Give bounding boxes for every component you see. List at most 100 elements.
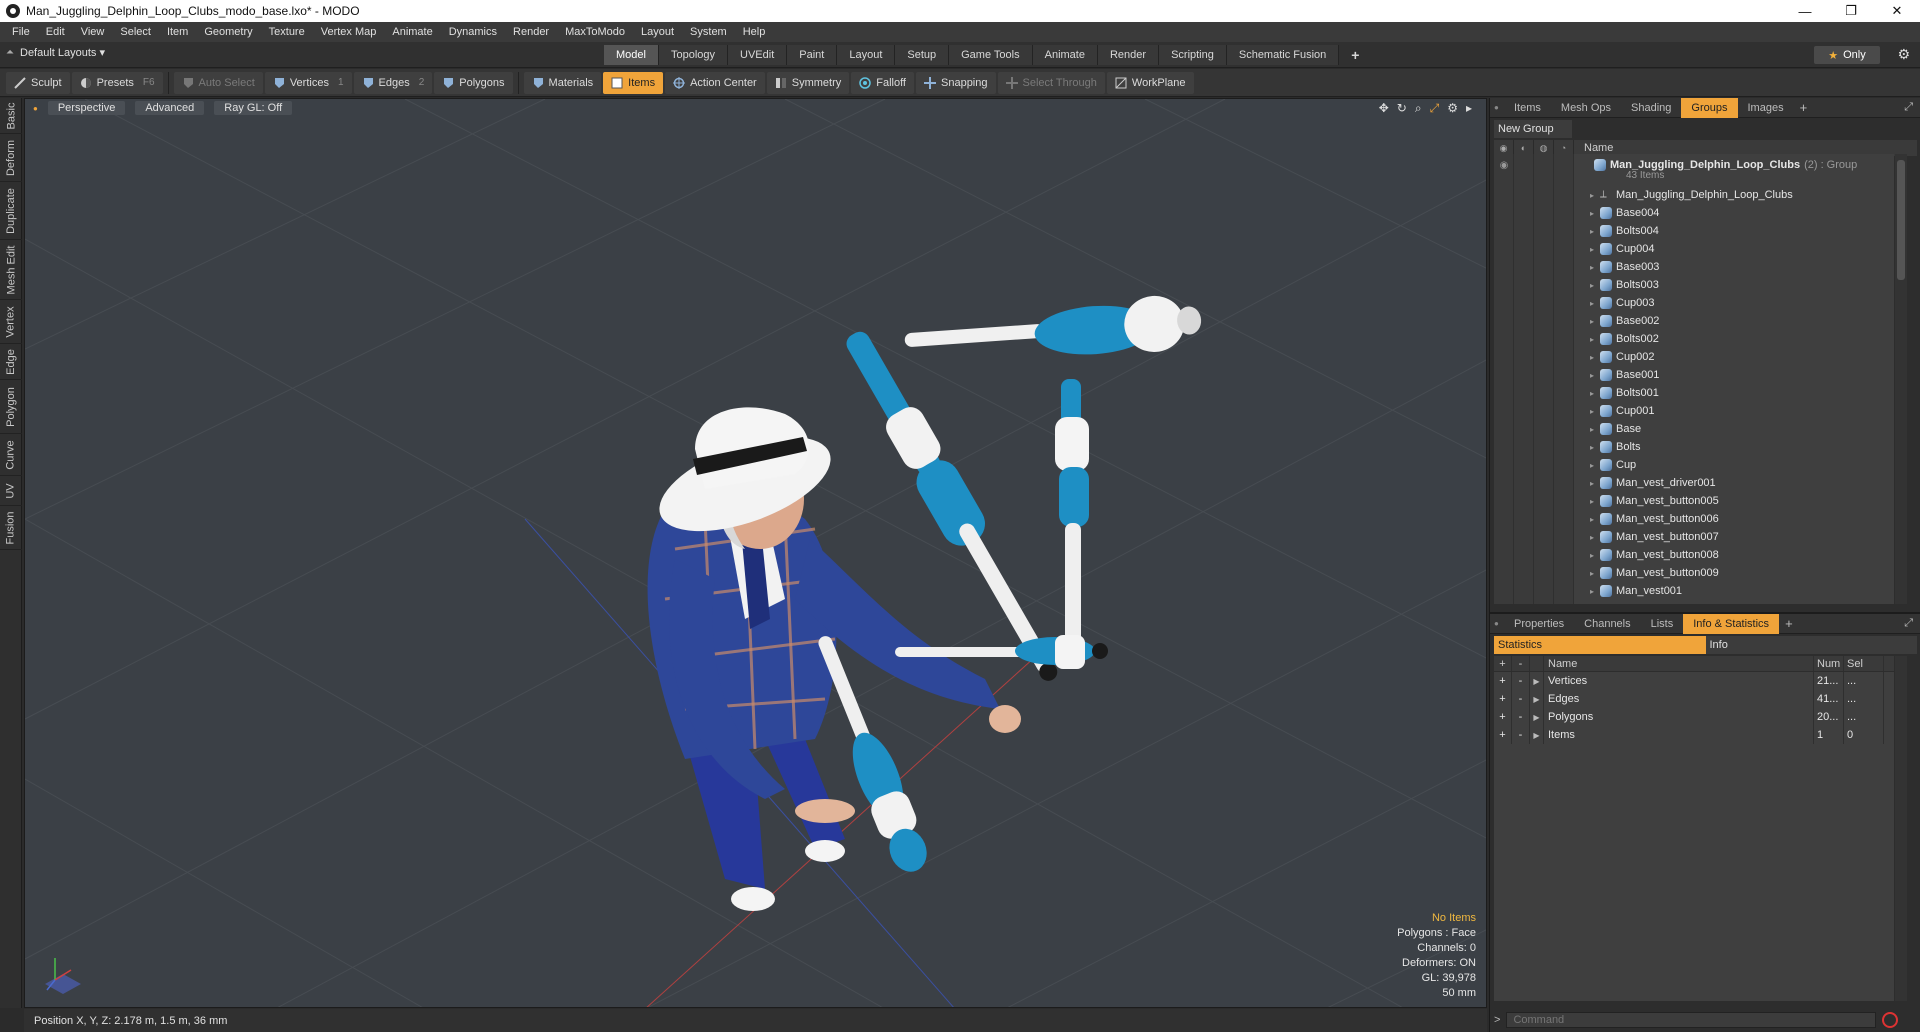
- list-item[interactable]: ▸ Bolts001: [1590, 384, 1659, 402]
- command-input[interactable]: [1506, 1012, 1877, 1028]
- presets-button[interactable]: Presets F6: [71, 71, 163, 94]
- list-item[interactable]: ▸ Bolts002: [1590, 330, 1659, 348]
- add-icon[interactable]: +: [1494, 726, 1512, 744]
- list-item[interactable]: ▸ Man_vest_button007: [1590, 528, 1719, 546]
- vtab-mesh-edit[interactable]: Mesh Edit: [0, 240, 22, 300]
- edges-button[interactable]: Edges 2: [353, 71, 433, 94]
- expand-panel-icon[interactable]: ⤢: [1904, 617, 1913, 630]
- tab-channels[interactable]: Channels: [1574, 614, 1640, 634]
- command-history-icon[interactable]: >: [1494, 1014, 1500, 1026]
- viewport-settings-icon[interactable]: ⚙: [1447, 101, 1458, 116]
- add-tab-icon[interactable]: +: [1339, 45, 1371, 65]
- menu-vertex-map[interactable]: Vertex Map: [313, 22, 385, 42]
- expand-arrow-icon[interactable]: ▶: [1530, 690, 1544, 708]
- table-row[interactable]: + - ▶ Edges 41... ...: [1494, 690, 1894, 708]
- fit-view-icon[interactable]: ⤢: [1430, 101, 1440, 116]
- advanced-button[interactable]: Advanced: [135, 101, 205, 115]
- vtab-duplicate[interactable]: Duplicate: [0, 182, 22, 240]
- menu-select[interactable]: Select: [112, 22, 159, 42]
- move-view-icon[interactable]: ✥: [1379, 101, 1389, 116]
- tab-shading[interactable]: Shading: [1621, 98, 1681, 118]
- collapse-all-icon[interactable]: -: [1512, 656, 1530, 671]
- menu-maxtomodo[interactable]: MaxToModo: [557, 22, 633, 42]
- gear-icon[interactable]: ⚙: [1897, 46, 1910, 63]
- viewport-more-icon[interactable]: ▸: [1466, 101, 1472, 116]
- vtab-edge[interactable]: Edge: [0, 344, 22, 380]
- tab-uvedit[interactable]: UVEdit: [728, 45, 788, 65]
- menu-view[interactable]: View: [73, 22, 113, 42]
- rotate-view-icon[interactable]: ↻: [1397, 101, 1407, 116]
- expand-panel-icon[interactable]: ⤢: [1904, 101, 1913, 114]
- vtab-vertex[interactable]: Vertex: [0, 300, 22, 344]
- layout-selector[interactable]: ⏶ Default Layouts ▾: [6, 46, 105, 59]
- vtab-fusion[interactable]: Fusion: [0, 506, 22, 550]
- stat-name-header[interactable]: Name: [1544, 656, 1814, 671]
- list-item[interactable]: ▸ Bolts: [1590, 438, 1640, 456]
- remove-icon[interactable]: -: [1512, 672, 1530, 690]
- add-panel-tab-icon[interactable]: +: [1794, 98, 1814, 118]
- tab-paint[interactable]: Paint: [787, 45, 838, 65]
- workplane-button[interactable]: WorkPlane: [1106, 71, 1194, 94]
- menu-texture[interactable]: Texture: [261, 22, 313, 42]
- zoom-view-icon[interactable]: ⌕: [1415, 101, 1422, 116]
- list-item[interactable]: ▸ Base002: [1590, 312, 1659, 330]
- list-item[interactable]: ▸ Man_vest_button009: [1590, 564, 1719, 582]
- list-item[interactable]: ▸ Cup001: [1590, 402, 1655, 420]
- tab-scripting[interactable]: Scripting: [1159, 45, 1227, 65]
- add-icon[interactable]: +: [1494, 672, 1512, 690]
- sculpt-button[interactable]: Sculpt: [6, 71, 70, 94]
- maximize-button[interactable]: ❐: [1828, 0, 1874, 22]
- menu-file[interactable]: File: [4, 22, 38, 42]
- tab-game-tools[interactable]: Game Tools: [949, 45, 1033, 65]
- add-icon[interactable]: +: [1494, 708, 1512, 726]
- subtab-info[interactable]: Info: [1705, 636, 1917, 654]
- list-item[interactable]: ▸ Man_vest001: [1590, 582, 1682, 600]
- name-column-header[interactable]: Name: [1574, 142, 1613, 154]
- add-panel-tab-icon[interactable]: +: [1779, 614, 1799, 634]
- list-item[interactable]: ▸ Cup004: [1590, 240, 1655, 258]
- list-item[interactable]: ▸ Base: [1590, 420, 1641, 438]
- new-group-button[interactable]: New Group: [1494, 120, 1572, 138]
- add-icon[interactable]: +: [1494, 690, 1512, 708]
- groups-scrollbar[interactable]: [1895, 154, 1907, 604]
- perspective-button[interactable]: Perspective: [47, 101, 126, 115]
- group-visibility-icon[interactable]: ◉: [1494, 160, 1514, 171]
- polygons-button[interactable]: Polygons: [434, 71, 513, 94]
- list-item[interactable]: ▸ Man_vest_button006: [1590, 510, 1719, 528]
- only-toggle[interactable]: ★ Only: [1814, 46, 1880, 64]
- tab-groups[interactable]: Groups: [1681, 97, 1738, 118]
- tab-images[interactable]: Images: [1738, 98, 1794, 118]
- expand-arrow-icon[interactable]: ▶: [1530, 708, 1544, 726]
- 3d-viewport[interactable]: ● Perspective Advanced Ray GL: Off ✥ ↻ ⌕…: [24, 98, 1487, 1008]
- menu-geometry[interactable]: Geometry: [196, 22, 260, 42]
- tab-model[interactable]: Model: [604, 45, 659, 65]
- tab-properties[interactable]: Properties: [1504, 614, 1574, 634]
- materials-button[interactable]: Materials: [523, 71, 602, 94]
- menu-animate[interactable]: Animate: [384, 22, 440, 42]
- vertices-button[interactable]: Vertices 1: [264, 71, 352, 94]
- stat-num-header[interactable]: Num: [1814, 656, 1844, 671]
- select-through-button[interactable]: Select Through: [997, 71, 1105, 94]
- menu-layout[interactable]: Layout: [633, 22, 682, 42]
- remove-icon[interactable]: -: [1512, 726, 1530, 744]
- list-item[interactable]: ▸ Base004: [1590, 204, 1659, 222]
- expand-all-icon[interactable]: +: [1494, 656, 1512, 671]
- groups-scroll-thumb[interactable]: [1897, 160, 1905, 280]
- tab-lists[interactable]: Lists: [1641, 614, 1684, 634]
- menu-dynamics[interactable]: Dynamics: [441, 22, 505, 42]
- raygl-button[interactable]: Ray GL: Off: [214, 101, 293, 115]
- auto-select-button[interactable]: Auto Select: [173, 71, 263, 94]
- stat-sel-header[interactable]: Sel: [1844, 656, 1884, 671]
- table-row[interactable]: + - ▶ Polygons 20... ...: [1494, 708, 1894, 726]
- viewport-scene[interactable]: [25, 99, 1487, 1008]
- vtab-uv[interactable]: UV: [0, 476, 22, 506]
- remove-icon[interactable]: -: [1512, 690, 1530, 708]
- tab-animate[interactable]: Animate: [1032, 45, 1098, 65]
- vtab-curve[interactable]: Curve: [0, 434, 22, 476]
- vtab-deform[interactable]: Deform: [0, 134, 22, 182]
- list-item[interactable]: ▸ Man_vest_button005: [1590, 492, 1719, 510]
- menu-system[interactable]: System: [682, 22, 735, 42]
- collapse-arrow-icon[interactable]: ⏶: [6, 47, 14, 58]
- list-item[interactable]: ▸ Cup: [1590, 456, 1636, 474]
- list-item[interactable]: ▸ Bolts004: [1590, 222, 1659, 240]
